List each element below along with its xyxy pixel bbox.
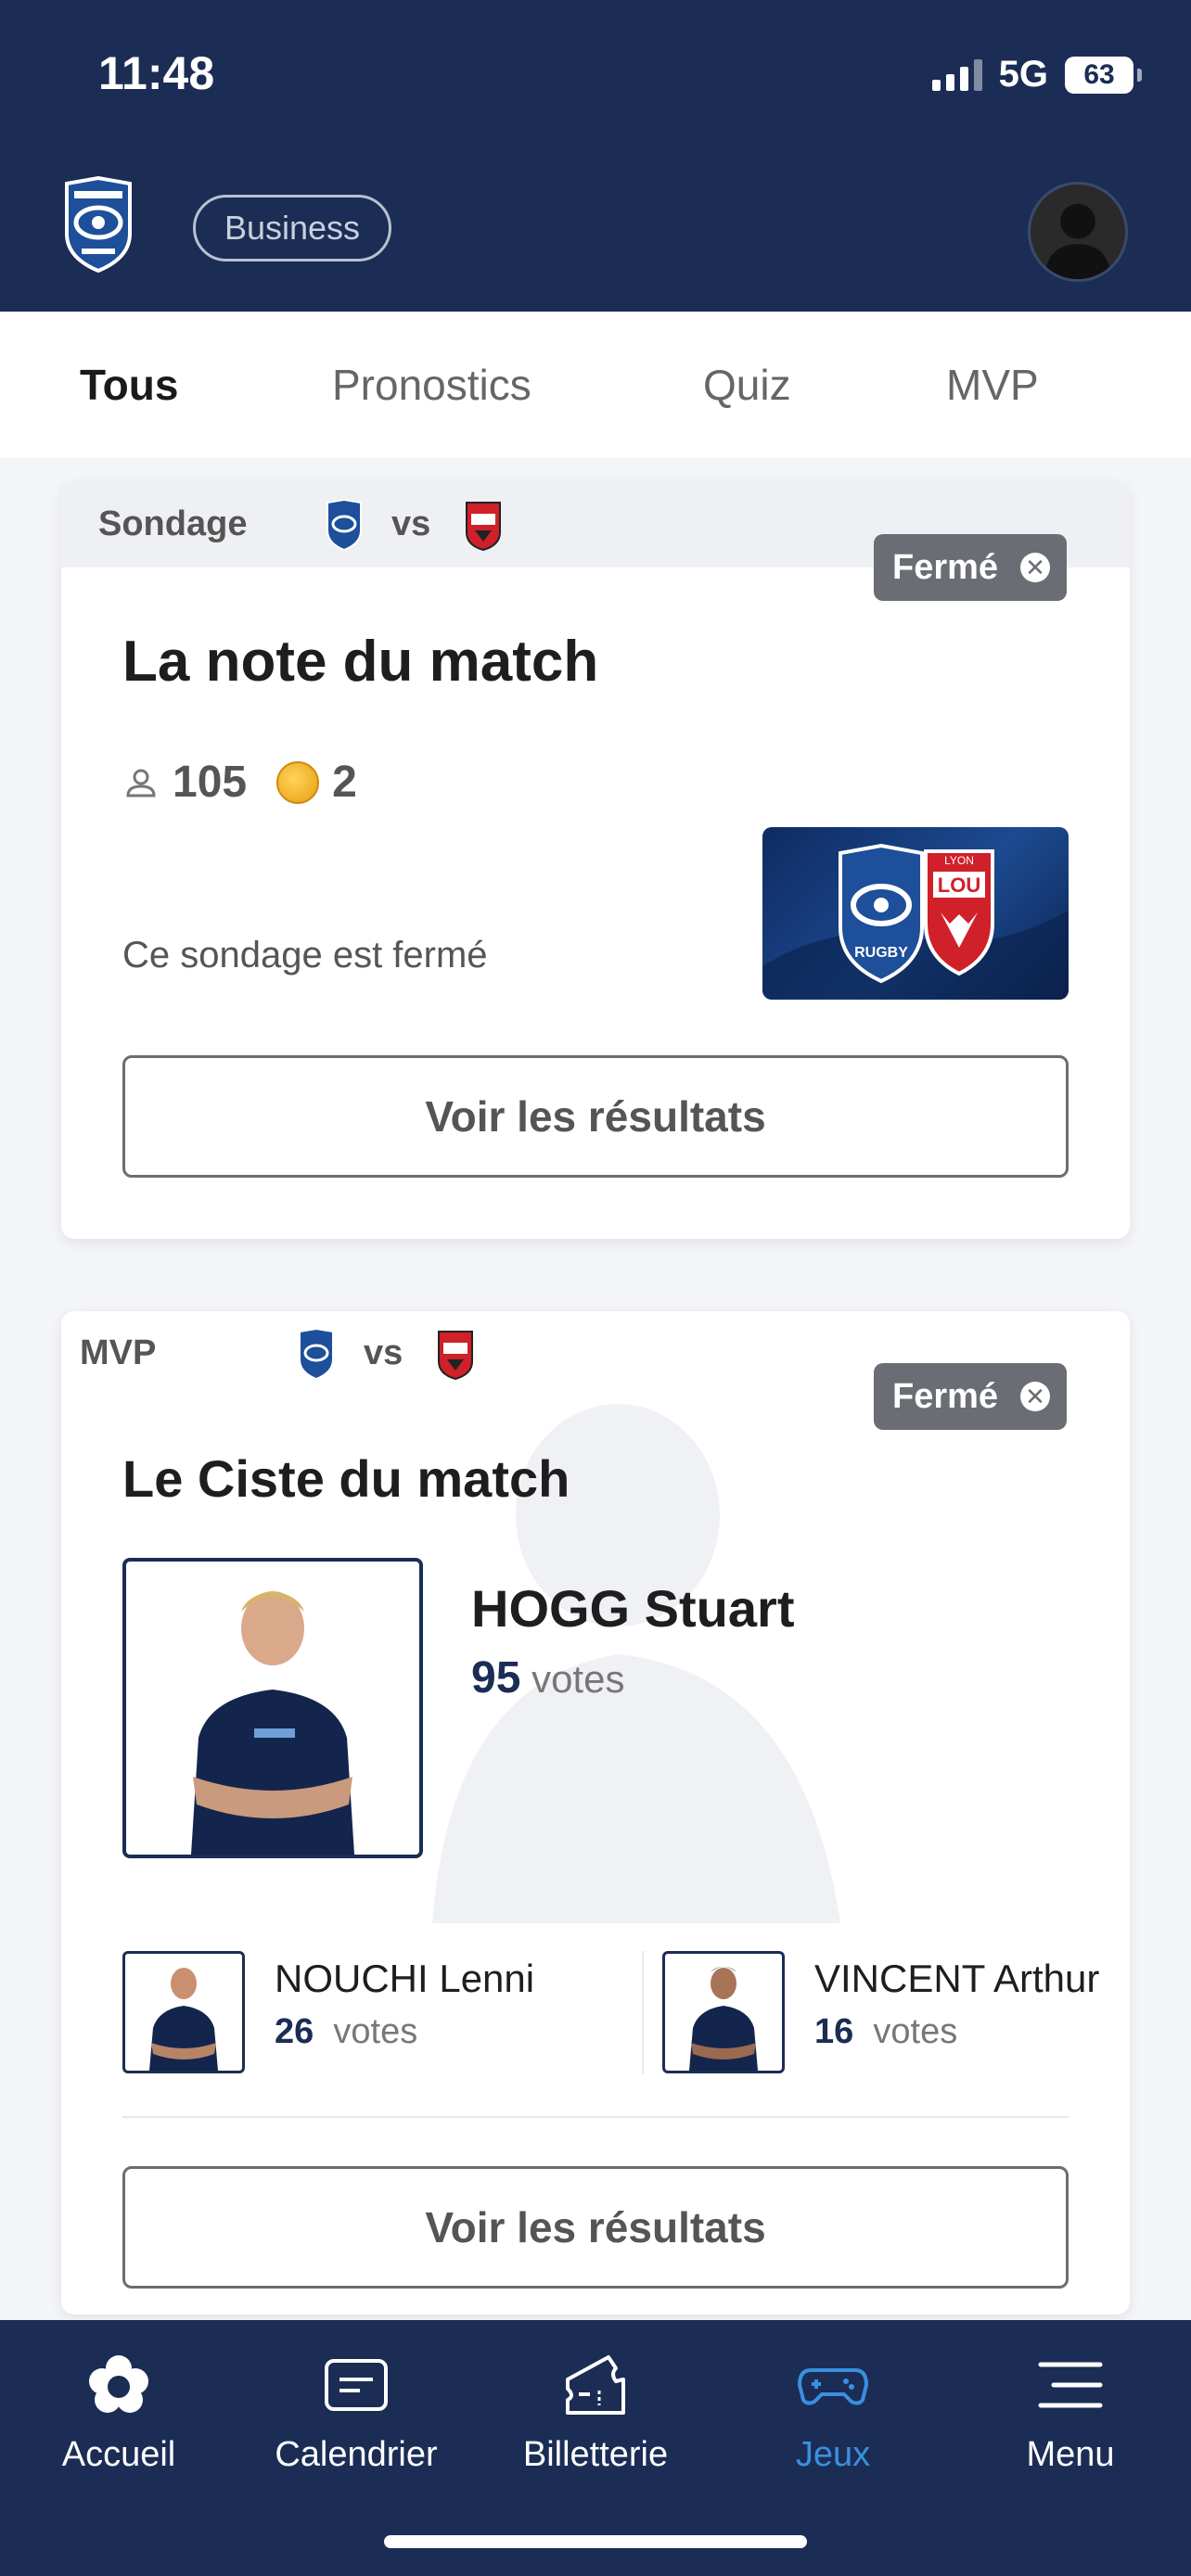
home-team-logo-icon bbox=[327, 499, 362, 551]
poll-stats: 105 2 bbox=[122, 757, 357, 808]
divider bbox=[642, 1951, 644, 2073]
runner-up-photo bbox=[662, 1951, 785, 2073]
card-type-label: Sondage bbox=[98, 504, 248, 543]
match-image: RUGBY LYON LOU bbox=[762, 827, 1069, 1000]
card-title: Le Ciste du match bbox=[122, 1449, 570, 1508]
menu-icon bbox=[1038, 2362, 1103, 2408]
person-icon bbox=[126, 769, 156, 797]
player-photo-image bbox=[191, 1591, 354, 1855]
status-time: 11:48 bbox=[98, 47, 215, 99]
runner-up-name: VINCENT Arthur bbox=[814, 1957, 1100, 2000]
tab-quiz[interactable]: Quiz bbox=[703, 360, 791, 410]
closed-badge-label: Fermé bbox=[892, 1376, 999, 1416]
votes-label: votes bbox=[531, 1657, 625, 1701]
view-results-button[interactable]: Voir les résultats bbox=[122, 1055, 1069, 1178]
profile-avatar[interactable] bbox=[1028, 182, 1128, 282]
close-circle-icon: ✕ bbox=[1020, 553, 1051, 582]
mvp-card[interactable]: MVP vs Fermé ✕ Le Ciste du match HOGG St… bbox=[61, 1311, 1130, 2315]
winner-votes-count: 95 bbox=[471, 1653, 521, 1702]
away-team-logo-icon bbox=[438, 1331, 473, 1380]
ticket-icon bbox=[566, 2355, 625, 2415]
tab-tous[interactable]: Tous bbox=[80, 360, 178, 410]
nav-calendrier[interactable]: Calendrier bbox=[254, 2348, 458, 2475]
signal-icon bbox=[931, 58, 982, 91]
runner-up-votes-count: 16 bbox=[814, 2012, 854, 2051]
player-photo-image bbox=[689, 1967, 758, 2071]
winner-votes: 95 votes bbox=[471, 1652, 624, 1703]
club-logo-icon[interactable] bbox=[61, 176, 135, 273]
divider bbox=[122, 2116, 1069, 2118]
business-button[interactable]: Business bbox=[193, 195, 391, 261]
away-city-text: LYON bbox=[944, 854, 974, 867]
battery-icon: 63 bbox=[1065, 56, 1142, 94]
user-icon bbox=[1044, 203, 1111, 279]
closed-badge-label: Fermé bbox=[892, 547, 999, 587]
nav-label: Menu bbox=[1026, 2435, 1115, 2474]
status-indicators: 5G 63 bbox=[931, 54, 1142, 96]
home-logo-text: RUGBY bbox=[854, 945, 908, 961]
nav-jeux[interactable]: Jeux bbox=[731, 2348, 935, 2475]
match-logos-image: RUGBY LYON LOU bbox=[762, 843, 1069, 1000]
tab-mvp[interactable]: MVP bbox=[946, 360, 1039, 410]
participants-count: 105 bbox=[173, 758, 248, 807]
poll-card[interactable]: Sondage vs Fermé ✕ La note du match 105 … bbox=[61, 482, 1130, 1239]
runner-up-votes-count: 26 bbox=[275, 2012, 314, 2051]
card-type-label: MVP bbox=[80, 1333, 157, 1372]
vs-label: vs bbox=[391, 504, 431, 543]
home-team-logo-icon bbox=[299, 1328, 334, 1380]
nav-menu[interactable]: Menu bbox=[968, 2348, 1172, 2475]
closed-badge: Fermé ✕ bbox=[874, 534, 1067, 601]
nav-label: Jeux bbox=[795, 2435, 871, 2474]
vs-label: vs bbox=[364, 1333, 403, 1372]
view-results-button[interactable]: Voir les résultats bbox=[122, 2166, 1069, 2289]
winner-photo bbox=[122, 1558, 423, 1858]
nav-billetterie[interactable]: Billetterie bbox=[493, 2348, 698, 2475]
nav-label: Accueil bbox=[61, 2435, 176, 2474]
network-label: 5G bbox=[998, 54, 1048, 95]
runner-up-photo bbox=[122, 1951, 245, 2073]
tab-pronostics[interactable]: Pronostics bbox=[332, 360, 531, 410]
coin-icon bbox=[276, 760, 320, 804]
runner-up-name: NOUCHI Lenni bbox=[275, 1957, 535, 2000]
winner-name: HOGG Stuart bbox=[471, 1579, 795, 1638]
app-header: 11:48 5G 63 Business bbox=[0, 0, 1191, 312]
player-photo-image bbox=[149, 1968, 218, 2071]
nav-label: Calendrier bbox=[275, 2435, 438, 2474]
card-title: La note du match bbox=[122, 630, 599, 694]
votes-label: votes bbox=[333, 2012, 418, 2051]
closed-badge: Fermé ✕ bbox=[874, 1363, 1067, 1430]
coins-count: 2 bbox=[332, 758, 357, 807]
nav-accueil[interactable]: Accueil bbox=[17, 2348, 221, 2475]
votes-label: votes bbox=[873, 2012, 958, 2051]
close-circle-icon: ✕ bbox=[1020, 1382, 1051, 1411]
away-team-logo-icon bbox=[466, 502, 501, 551]
closed-message: Ce sondage est fermé bbox=[122, 935, 488, 976]
runner-up-votes: 26 votes bbox=[275, 2012, 417, 2052]
nav-label: Billetterie bbox=[522, 2435, 669, 2474]
away-logo-text: LOU bbox=[938, 874, 980, 897]
runner-up-votes: 16 votes bbox=[814, 2012, 957, 2052]
home-indicator[interactable] bbox=[384, 2535, 807, 2548]
filter-tabs: Tous Pronostics Quiz MVP bbox=[0, 312, 1191, 458]
gamepad-icon bbox=[798, 2368, 868, 2405]
calendar-icon bbox=[325, 2359, 388, 2411]
flower-icon bbox=[89, 2355, 148, 2413]
